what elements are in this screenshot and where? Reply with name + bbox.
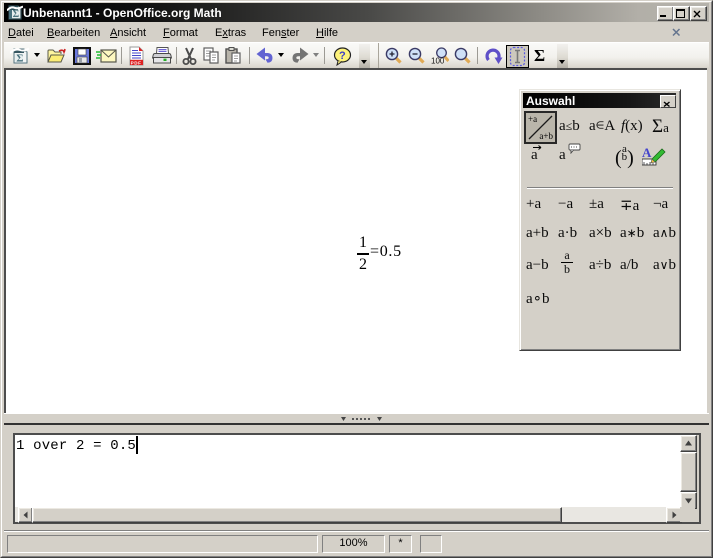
svg-text:Σ: Σ bbox=[13, 9, 20, 20]
svg-text:A: A bbox=[642, 145, 652, 160]
svg-text:?: ? bbox=[339, 50, 346, 62]
svg-text:100: 100 bbox=[431, 57, 445, 66]
svg-text:PDF: PDF bbox=[131, 60, 142, 65]
svg-text:Σ: Σ bbox=[16, 53, 23, 65]
